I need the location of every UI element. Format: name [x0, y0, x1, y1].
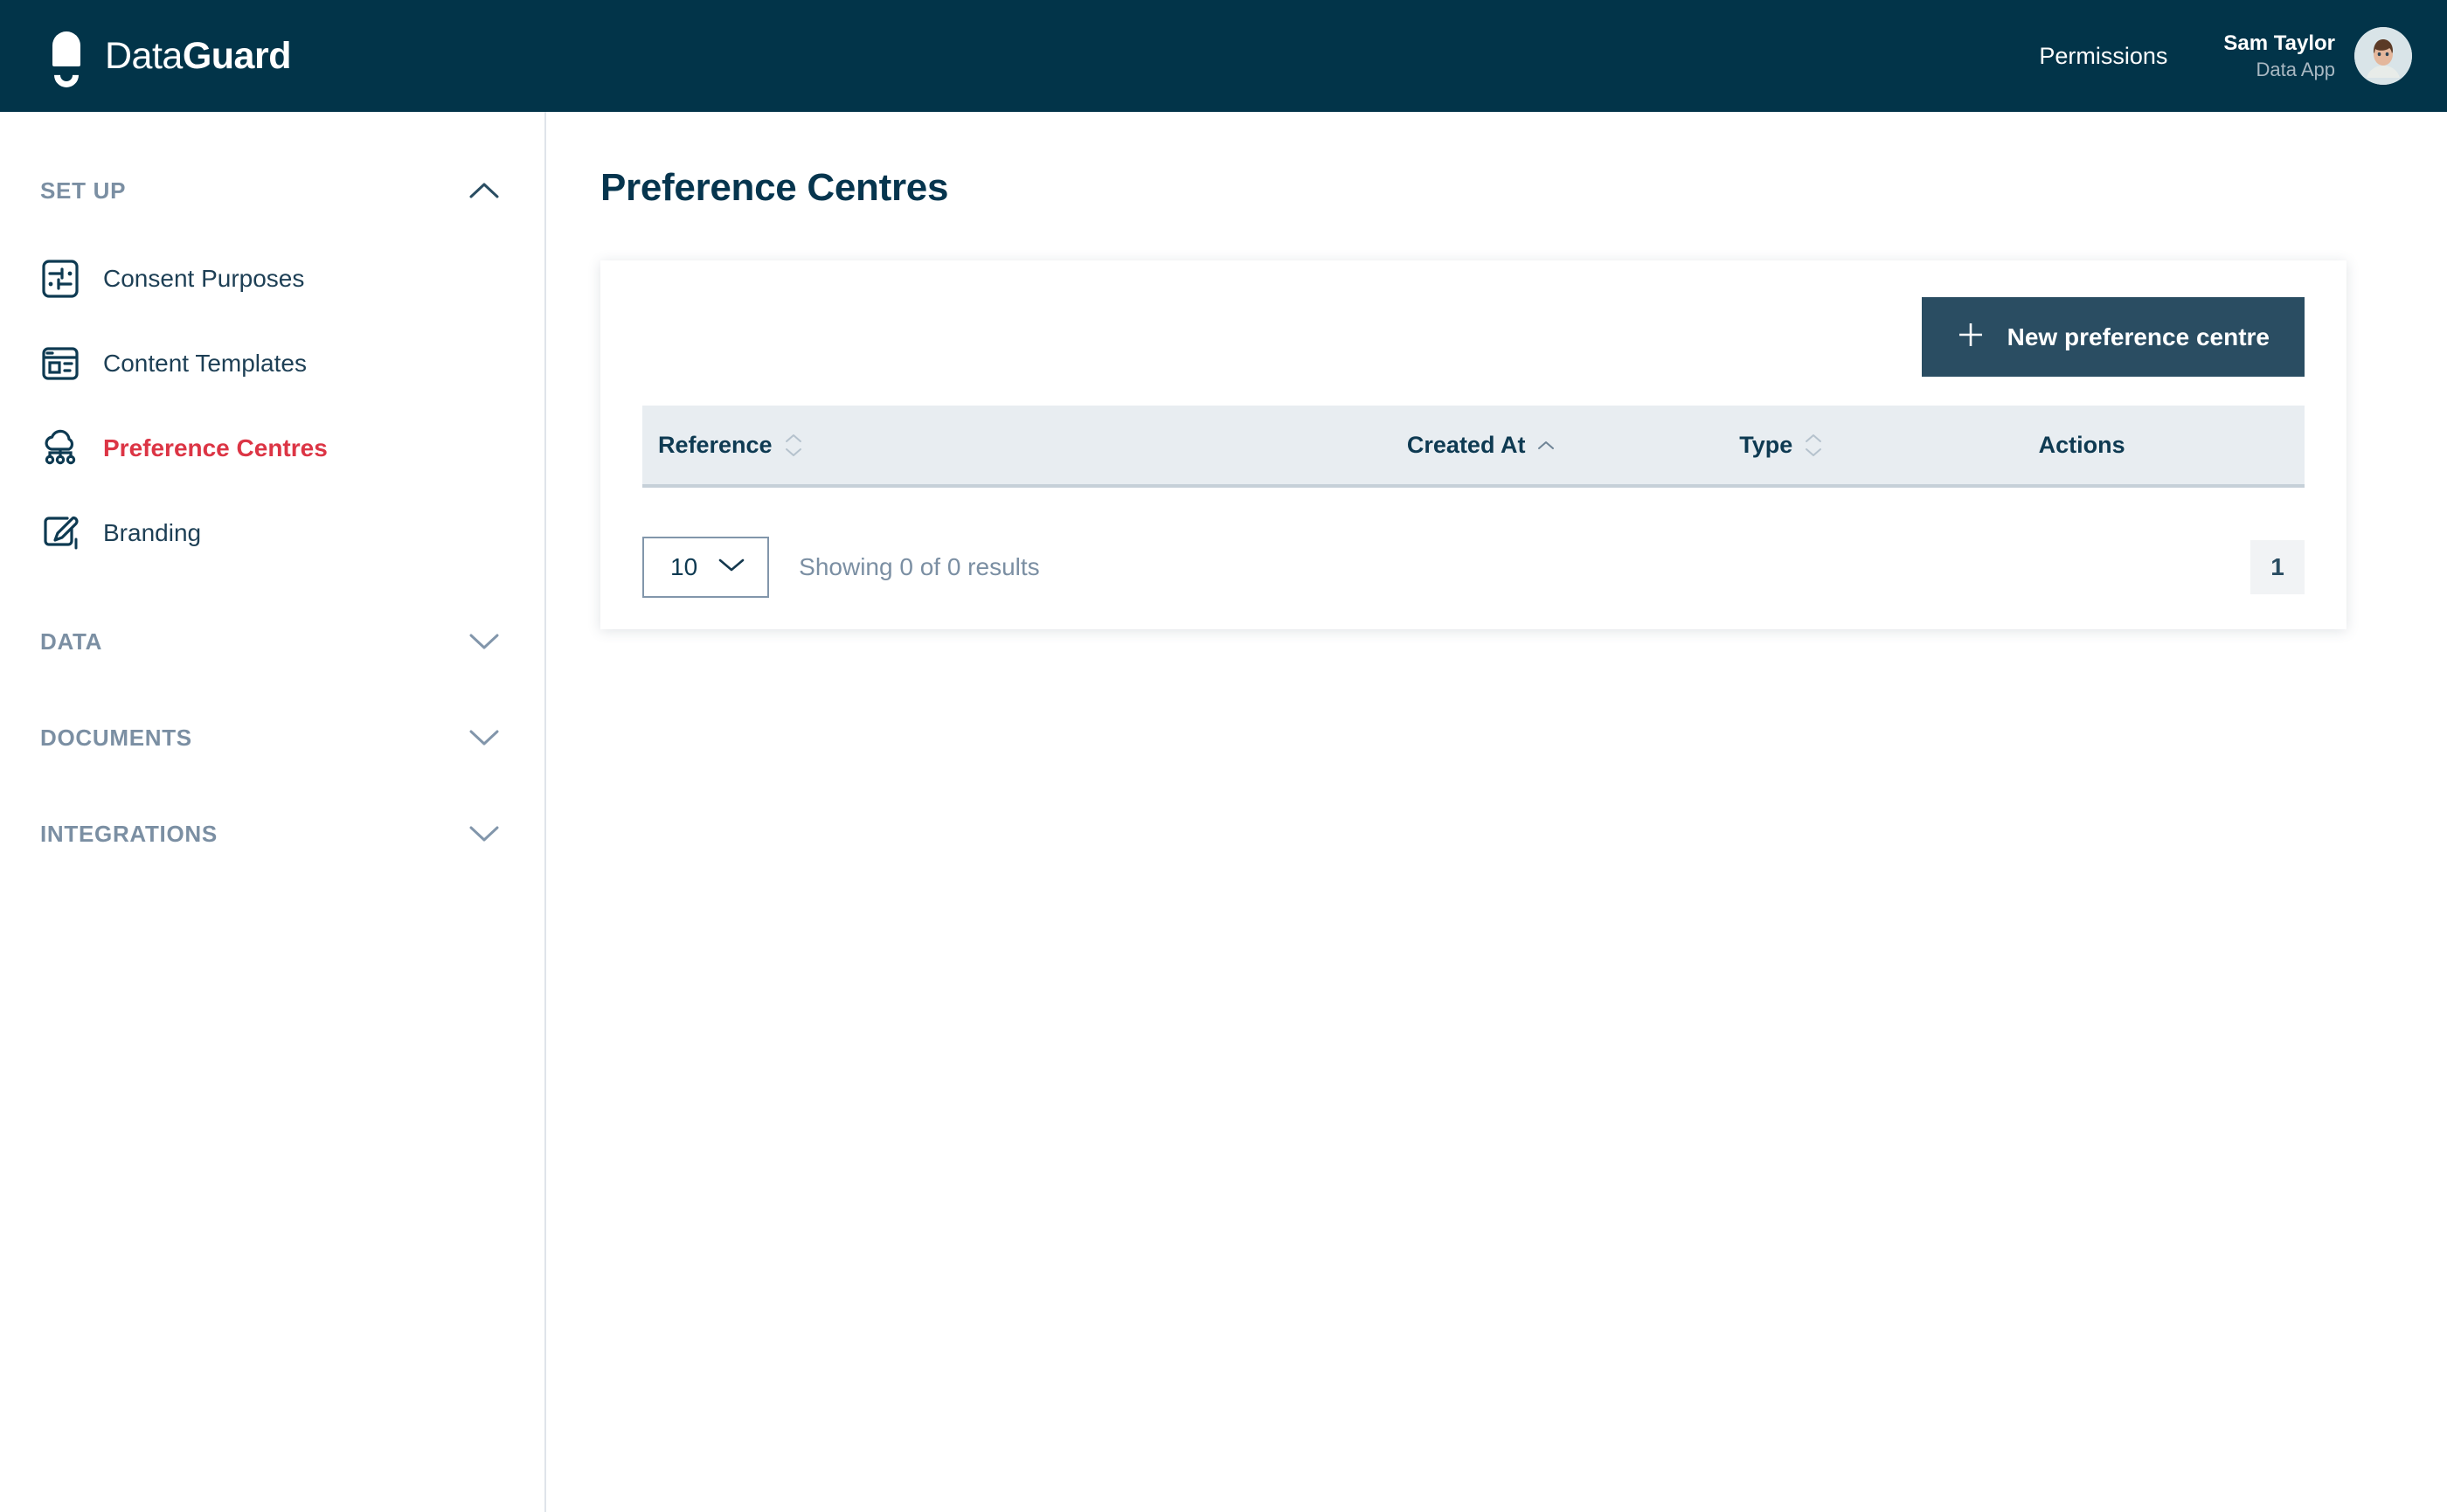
user-avatar-icon[interactable] — [2354, 27, 2412, 85]
paintbrush-square-icon — [40, 513, 80, 553]
sidebar-section-documents[interactable]: DOCUMENTS — [0, 708, 544, 767]
brand-wordmark: DataGuard — [105, 35, 291, 78]
user-menu[interactable]: Sam Taylor Data App — [2223, 27, 2412, 85]
results-count-text: Showing 0 of 0 results — [799, 553, 1040, 580]
column-header-actions: Actions — [2038, 406, 2305, 488]
preference-centres-card: New preference centre Reference Created … — [600, 260, 2346, 629]
sidebar-section-label: INTEGRATIONS — [40, 820, 218, 847]
sidebar-section-label: DOCUMENTS — [40, 724, 192, 751]
sidebar-item-content-templates[interactable]: Content Templates — [0, 321, 544, 406]
user-role: Data App — [2256, 59, 2335, 81]
table-footer: 10 Showing 0 of 0 results 1 — [642, 537, 2305, 598]
column-header-type[interactable]: Type — [1739, 406, 2039, 488]
cloud-network-icon — [40, 428, 80, 468]
sidebar-section-integrations[interactable]: INTEGRATIONS — [0, 804, 544, 864]
brand-text-bold: Guard — [182, 34, 292, 77]
table-header: Reference Created At Type Actions — [642, 406, 2305, 488]
pagination-page-1[interactable]: 1 — [2250, 540, 2305, 594]
user-identity: Sam Taylor Data App — [2223, 30, 2335, 83]
sort-toggle-type[interactable] — [1805, 433, 1822, 457]
sidebar-item-label: Preference Centres — [103, 433, 328, 461]
preference-centres-table: Reference Created At Type Actions — [642, 406, 2305, 488]
page-size-value: 10 — [670, 553, 698, 580]
new-preference-centre-label: New preference centre — [2007, 323, 2270, 350]
sidebar-section-set-up[interactable]: SET UP — [0, 161, 544, 220]
column-header-created-at[interactable]: Created At — [1406, 406, 1740, 488]
chevron-up-icon[interactable] — [469, 182, 499, 199]
user-name: Sam Taylor — [2223, 31, 2335, 55]
new-preference-centre-button[interactable]: New preference centre — [1921, 297, 2305, 377]
sliders-square-icon — [40, 259, 80, 299]
sidebar: SET UP Consent Purposes Content Template… — [0, 112, 546, 1512]
top-header-right: Permissions Sam Taylor Data App — [2039, 27, 2412, 85]
main-content: Preference Centres New preference centre — [548, 112, 2447, 1512]
brand-logo[interactable]: DataGuard — [45, 31, 291, 93]
chevron-down-icon[interactable] — [469, 729, 499, 746]
dataguard-shield-logo-icon — [45, 31, 86, 93]
sidebar-item-preference-centres[interactable]: Preference Centres — [0, 406, 544, 490]
sidebar-item-consent-purposes[interactable]: Consent Purposes — [0, 236, 544, 321]
column-label: Type — [1739, 431, 1793, 458]
column-label: Reference — [658, 431, 773, 458]
sort-toggle-created-at[interactable] — [1537, 440, 1555, 450]
card-toolbar: New preference centre — [642, 297, 2305, 377]
sort-toggle-reference[interactable] — [785, 433, 802, 457]
column-label: Created At — [1406, 431, 1526, 458]
plus-icon — [1957, 321, 1985, 353]
sidebar-nav-set-up: Consent Purposes Content Templates Prefe… — [0, 236, 544, 575]
sidebar-item-label: Consent Purposes — [103, 264, 305, 292]
table-header-row: Reference Created At Type Actions — [642, 406, 2305, 488]
chevron-down-icon[interactable] — [469, 633, 499, 650]
page-title: Preference Centres — [600, 166, 949, 209]
chevron-down-icon — [718, 558, 745, 577]
top-header-bar: DataGuard Permissions Sam Taylor Data Ap… — [0, 0, 2447, 112]
layout-window-icon — [40, 343, 80, 384]
sidebar-item-label: Branding — [103, 518, 202, 546]
sidebar-section-data[interactable]: DATA — [0, 612, 544, 671]
sidebar-item-branding[interactable]: Branding — [0, 490, 544, 575]
column-header-reference[interactable]: Reference — [642, 406, 1407, 488]
sidebar-item-label: Content Templates — [103, 349, 307, 377]
chevron-down-icon[interactable] — [469, 825, 499, 843]
brand-text-light: Data — [105, 34, 183, 77]
permissions-link[interactable]: Permissions — [2039, 43, 2167, 70]
column-label: Actions — [2038, 431, 2125, 458]
pagination: 1 — [2250, 540, 2305, 594]
sidebar-section-label: SET UP — [40, 177, 127, 204]
page-size-select[interactable]: 10 — [642, 537, 770, 598]
sidebar-section-label: DATA — [40, 628, 103, 655]
